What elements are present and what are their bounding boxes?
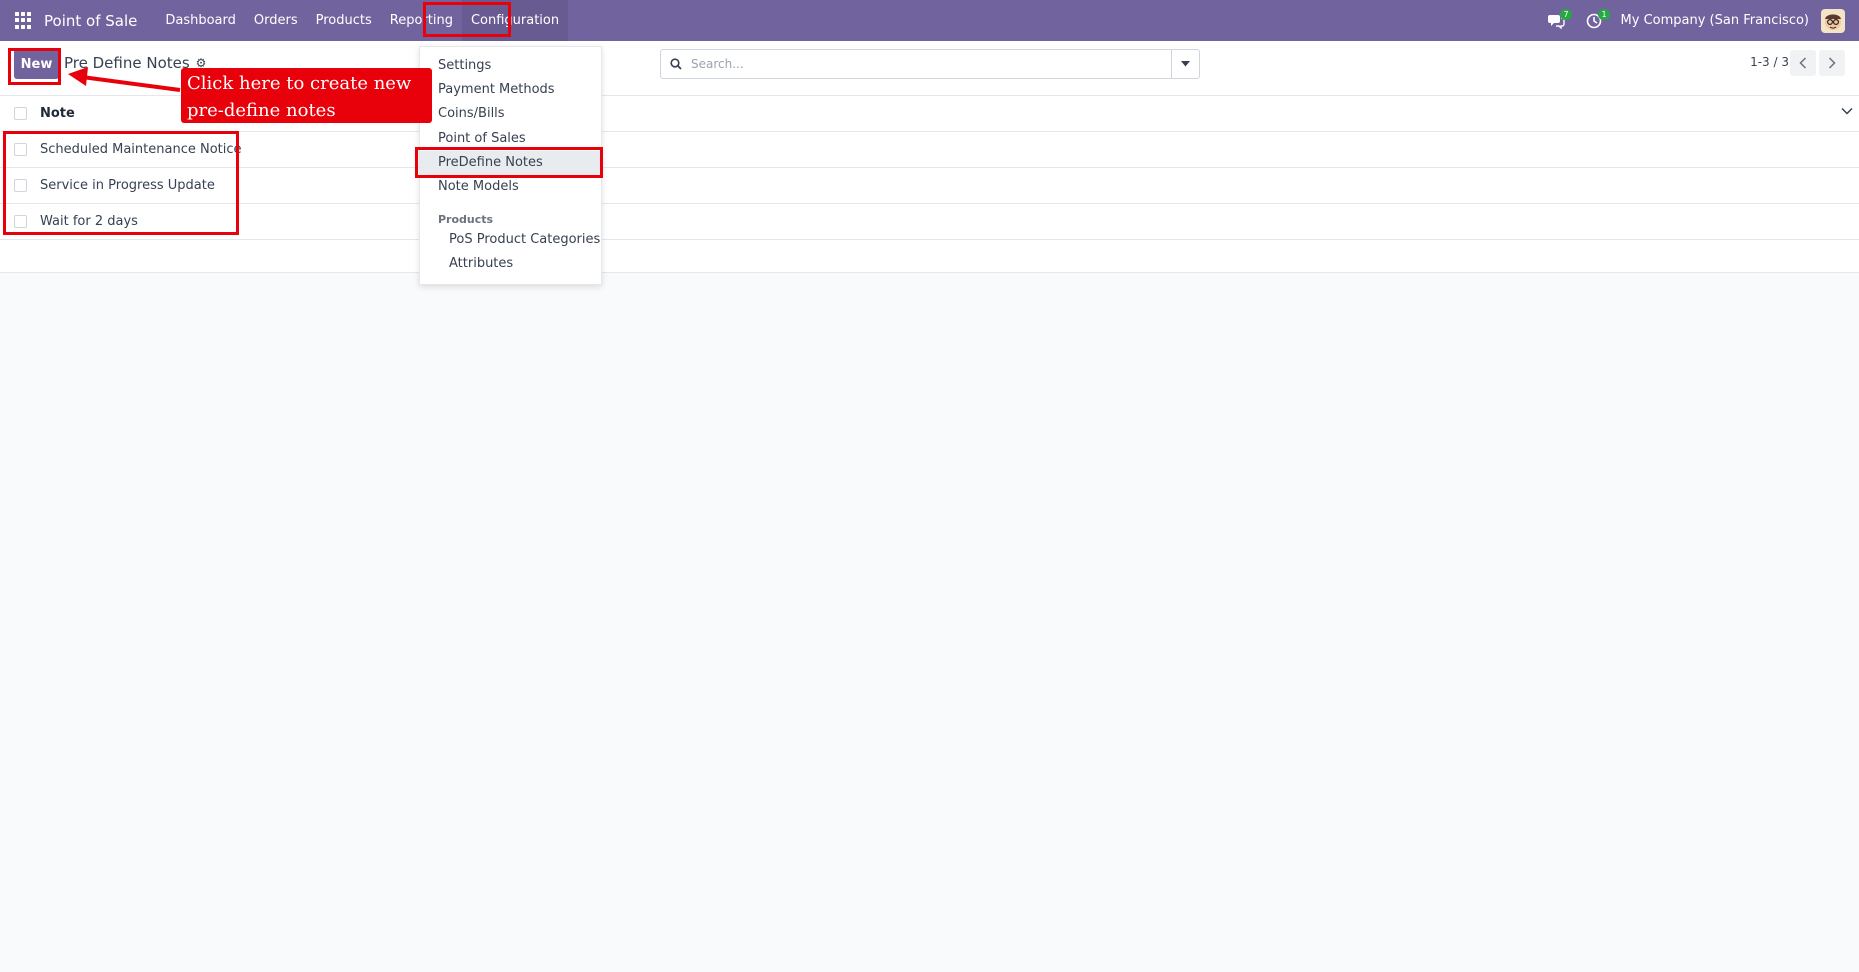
search-options-toggle[interactable] bbox=[1171, 50, 1199, 78]
optional-columns-toggle[interactable] bbox=[1841, 104, 1853, 119]
menu-item-pos-product-categories[interactable]: PoS Product Categories bbox=[420, 228, 601, 252]
note-cell[interactable]: Wait for 2 days bbox=[40, 214, 138, 229]
menu-item-payment-methods[interactable]: Payment Methods bbox=[420, 78, 601, 102]
note-cell[interactable]: Scheduled Maintenance Notice bbox=[40, 142, 242, 157]
user-avatar[interactable] bbox=[1821, 8, 1845, 33]
activities-badge: 1 bbox=[1598, 8, 1610, 20]
menu-reporting[interactable]: Reporting bbox=[381, 0, 462, 41]
row-checkbox[interactable] bbox=[14, 215, 27, 228]
table-row[interactable]: Service in Progress Update bbox=[0, 168, 1859, 204]
page-title: Pre Define Notes bbox=[64, 54, 190, 72]
apps-grid-icon[interactable] bbox=[15, 12, 32, 29]
messages-icon[interactable]: 7 bbox=[1545, 8, 1572, 32]
menu-item-note-models[interactable]: Note Models bbox=[420, 175, 601, 199]
row-checkbox[interactable] bbox=[14, 179, 27, 192]
menu-item-settings[interactable]: Settings bbox=[420, 54, 601, 78]
pager-next-button[interactable] bbox=[1819, 50, 1845, 76]
menu-configuration[interactable]: Configuration bbox=[461, 0, 569, 41]
search-icon bbox=[661, 58, 691, 70]
app-name[interactable]: Point of Sale bbox=[44, 12, 137, 30]
top-navbar: Point of Sale Dashboard Orders Products … bbox=[0, 0, 1859, 41]
menu-products[interactable]: Products bbox=[307, 0, 381, 41]
search-input[interactable] bbox=[691, 50, 1171, 78]
activity-clock-icon[interactable]: 1 bbox=[1583, 8, 1610, 32]
table-row[interactable]: Wait for 2 days bbox=[0, 204, 1859, 240]
menu-item-coins-bills[interactable]: Coins/Bills bbox=[420, 102, 601, 126]
menu-item-point-of-sales[interactable]: Point of Sales bbox=[420, 127, 601, 151]
pager-previous-button[interactable] bbox=[1790, 50, 1816, 76]
configuration-dropdown: Settings Payment Methods Coins/Bills Poi… bbox=[419, 46, 602, 285]
messages-badge: 7 bbox=[1560, 8, 1572, 20]
company-switcher[interactable]: My Company (San Francisco) bbox=[1621, 13, 1809, 28]
note-cell[interactable]: Service in Progress Update bbox=[40, 178, 215, 193]
callout-line-1: Click here to create new bbox=[187, 73, 412, 94]
select-all-checkbox[interactable] bbox=[14, 107, 27, 120]
navbar-systray: 7 1 My Company (San Francisco) bbox=[1545, 0, 1859, 41]
chevron-right-icon bbox=[1828, 57, 1836, 69]
main-menu: Dashboard Orders Products Reporting Conf… bbox=[156, 0, 569, 41]
menu-item-predefine-notes[interactable]: PreDefine Notes bbox=[420, 151, 601, 175]
menu-item-attributes[interactable]: Attributes bbox=[420, 252, 601, 276]
menu-orders[interactable]: Orders bbox=[245, 0, 307, 41]
menu-section-products: Products bbox=[438, 213, 494, 226]
chevron-down-icon bbox=[1841, 107, 1853, 115]
empty-list-row bbox=[0, 240, 1859, 273]
pager-value[interactable]: 1-3 / 3 bbox=[1750, 55, 1789, 69]
row-checkbox[interactable] bbox=[14, 143, 27, 156]
annotation-callout: Click here to create new pre-define note… bbox=[181, 68, 432, 123]
caret-down-icon bbox=[1181, 61, 1190, 67]
search-bar bbox=[660, 49, 1200, 79]
new-button[interactable]: New bbox=[14, 49, 59, 79]
column-header-note[interactable]: Note bbox=[40, 106, 75, 121]
chevron-left-icon bbox=[1799, 57, 1807, 69]
menu-dashboard[interactable]: Dashboard bbox=[156, 0, 245, 41]
callout-line-2: pre-define notes bbox=[187, 100, 336, 121]
table-row[interactable]: Scheduled Maintenance Notice bbox=[0, 132, 1859, 168]
